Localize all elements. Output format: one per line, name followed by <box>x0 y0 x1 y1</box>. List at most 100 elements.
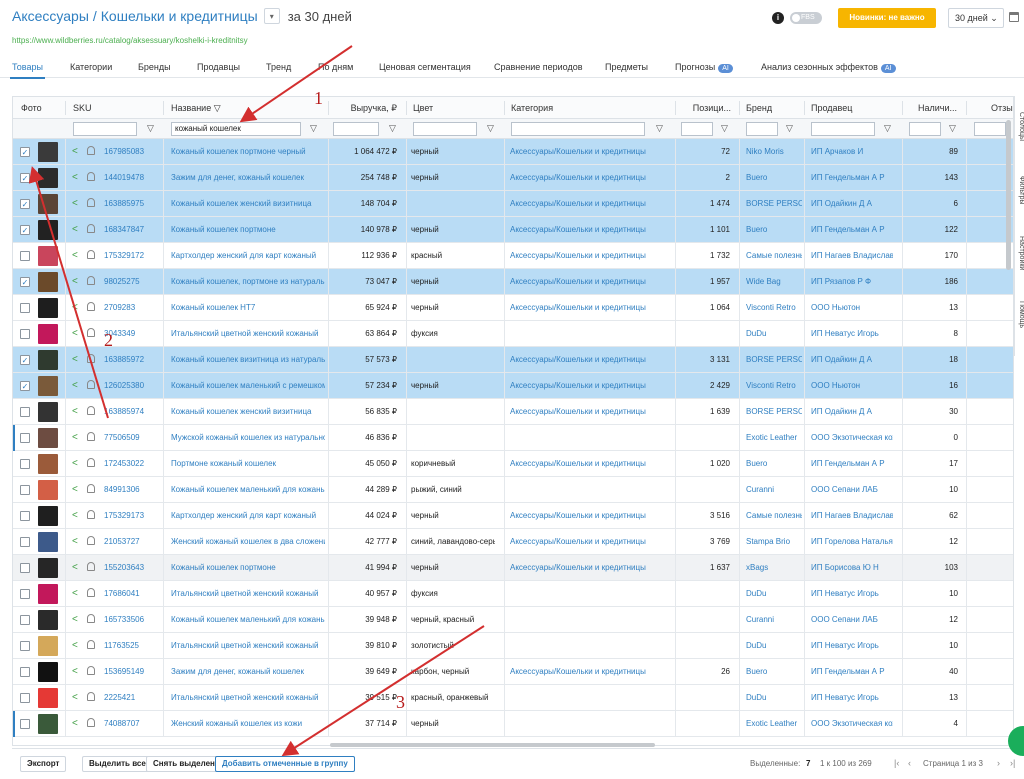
sku-link[interactable]: 2709283 <box>104 303 135 312</box>
category-link[interactable]: Аксессуары/Кошельки и кредитницы <box>510 251 662 260</box>
bell-icon[interactable] <box>87 536 95 545</box>
horizontal-scrollbar[interactable] <box>330 743 655 747</box>
table-row[interactable]: <84991306 Кожаный кошелек маленький для к… <box>13 477 1013 503</box>
side-columns[interactable]: Столбцы <box>1015 112 1024 141</box>
filter-icon[interactable]: ▽ <box>721 123 728 134</box>
brand-link[interactable]: Niko Moris <box>746 147 802 156</box>
tab-brands[interactable]: Бренды <box>138 62 171 72</box>
product-thumbnail[interactable] <box>38 350 58 370</box>
share-icon[interactable]: < <box>72 250 78 261</box>
product-thumbnail[interactable] <box>38 636 58 656</box>
row-checkbox[interactable]: ✓ <box>20 225 30 235</box>
product-thumbnail[interactable] <box>38 454 58 474</box>
category-link[interactable]: Аксессуары/Кошельки и кредитницы <box>510 511 662 520</box>
brand-link[interactable]: Stampa Brio <box>746 537 802 546</box>
side-help[interactable]: Помощь <box>1015 301 1024 328</box>
col-seller[interactable]: Продавец <box>811 103 852 113</box>
product-thumbnail[interactable] <box>38 480 58 500</box>
col-color[interactable]: Цвет <box>413 103 433 113</box>
col-divider[interactable] <box>902 101 903 115</box>
row-checkbox[interactable] <box>20 719 30 729</box>
row-checkbox[interactable] <box>20 511 30 521</box>
brand-link[interactable]: DuDu <box>746 589 802 598</box>
filter-icon[interactable]: ▽ <box>656 123 663 134</box>
export-button[interactable]: Экспорт <box>20 756 67 772</box>
seller-link[interactable]: ИП Нагаев Владислав <box>811 251 893 260</box>
brand-link[interactable]: Buero <box>746 459 802 468</box>
bell-icon[interactable] <box>87 354 95 363</box>
table-row[interactable]: ✓ <163885972 Кожаный кошелек визитница из … <box>13 347 1013 373</box>
seller-link[interactable]: ИП Гендельман А Р <box>811 459 893 468</box>
sku-link[interactable]: 98025275 <box>104 277 140 286</box>
product-name-link[interactable]: Кожаный кошелек маленький для кожаных <box>171 485 325 494</box>
bell-icon[interactable] <box>87 562 95 571</box>
share-icon[interactable]: < <box>72 510 78 521</box>
product-name-link[interactable]: Итальянский цветной женский кожаный <box>171 589 325 598</box>
col-photo[interactable]: Фото <box>21 103 42 113</box>
tab-categories[interactable]: Категории <box>70 62 112 72</box>
sku-link[interactable]: 175329173 <box>104 511 144 520</box>
col-divider[interactable] <box>504 101 505 115</box>
brand-link[interactable]: Buero <box>746 173 802 182</box>
row-checkbox[interactable] <box>20 251 30 261</box>
bell-icon[interactable] <box>87 328 95 337</box>
seller-link[interactable]: ИП Гендельман А Р <box>811 667 893 676</box>
col-revenue[interactable]: Выручка, ₽ <box>333 103 397 114</box>
row-checkbox[interactable] <box>20 537 30 547</box>
row-checkbox[interactable] <box>20 693 30 703</box>
col-divider[interactable] <box>739 101 740 115</box>
bell-icon[interactable] <box>87 146 95 155</box>
catalog-url[interactable]: https://www.wildberries.ru/catalog/akses… <box>12 36 248 45</box>
stock-filter-input[interactable] <box>909 122 941 136</box>
product-thumbnail[interactable] <box>38 246 58 266</box>
table-row[interactable]: <172453022 Портмоне кожаный кошелек 45 050… <box>13 451 1013 477</box>
col-divider[interactable] <box>328 101 329 115</box>
seller-link[interactable]: ИП Неватус Игорь <box>811 641 893 650</box>
share-icon[interactable]: < <box>72 276 78 287</box>
chevron-down-icon[interactable]: ▾ <box>263 8 280 24</box>
bell-icon[interactable] <box>87 432 95 441</box>
product-name-link[interactable]: Кожаный кошелек маленький для кожаных <box>171 615 325 624</box>
name-filter-input[interactable]: кожаный кошелек <box>171 122 301 136</box>
bell-icon[interactable] <box>87 380 95 389</box>
brand-link[interactable]: BORSE PERSONALI <box>746 355 802 364</box>
table-row[interactable]: ✓ <98025275 Кожаный кошелек, портмоне из н… <box>13 269 1013 295</box>
product-name-link[interactable]: Зажим для денег, кожаный кошелек <box>171 667 325 676</box>
table-row[interactable]: <165733506 Кожаный кошелек маленький для … <box>13 607 1013 633</box>
sku-link[interactable]: 2225421 <box>104 693 135 702</box>
col-reviews[interactable]: Отзы <box>991 103 1013 113</box>
col-position[interactable]: Позици... <box>681 103 731 113</box>
tab-trend[interactable]: Тренд <box>266 62 291 72</box>
row-checkbox[interactable] <box>20 667 30 677</box>
bell-icon[interactable] <box>87 406 95 415</box>
sku-link[interactable]: 144019478 <box>104 173 144 182</box>
position-filter-input[interactable] <box>681 122 713 136</box>
sku-link[interactable]: 163885972 <box>104 355 144 364</box>
table-row[interactable]: <3043349 Итальянский цветной женский кожа… <box>13 321 1013 347</box>
table-row[interactable]: <153695149 Зажим для денег, кожаный кошел… <box>13 659 1013 685</box>
product-name-link[interactable]: Кожаный кошелек визитница из натуральной <box>171 355 325 364</box>
sku-filter-input[interactable] <box>73 122 137 136</box>
brand-filter-input[interactable] <box>746 122 778 136</box>
product-name-link[interactable]: Итальянский цветной женский кожаный <box>171 329 325 338</box>
share-icon[interactable]: < <box>72 640 78 651</box>
col-divider[interactable] <box>65 101 66 115</box>
category-link[interactable]: Аксессуары/Кошельки и кредитницы <box>510 225 662 234</box>
sku-link[interactable]: 168347847 <box>104 225 144 234</box>
product-name-link[interactable]: Кожаный кошелек портмоне <box>171 563 325 572</box>
category-link[interactable]: Аксессуары/Кошельки и кредитницы <box>510 355 662 364</box>
bell-icon[interactable] <box>87 640 95 649</box>
product-name-link[interactable]: Кожаный кошелек, портмоне из натуральной <box>171 277 325 286</box>
bell-icon[interactable] <box>87 614 95 623</box>
brand-link[interactable]: Visconti Retro <box>746 381 802 390</box>
category-link[interactable]: Аксессуары/Кошельки и кредитницы <box>510 147 662 156</box>
product-name-link[interactable]: Кожаный кошелек женский визитница <box>171 199 325 208</box>
bell-icon[interactable] <box>87 276 95 285</box>
share-icon[interactable]: < <box>72 718 78 729</box>
share-icon[interactable]: < <box>72 380 78 391</box>
row-checkbox[interactable]: ✓ <box>20 277 30 287</box>
product-thumbnail[interactable] <box>38 428 58 448</box>
filter-icon[interactable]: ▽ <box>310 123 317 134</box>
col-divider[interactable] <box>163 101 164 115</box>
product-name-link[interactable]: Кожаный кошелек маленький с ремешком <box>171 381 325 390</box>
